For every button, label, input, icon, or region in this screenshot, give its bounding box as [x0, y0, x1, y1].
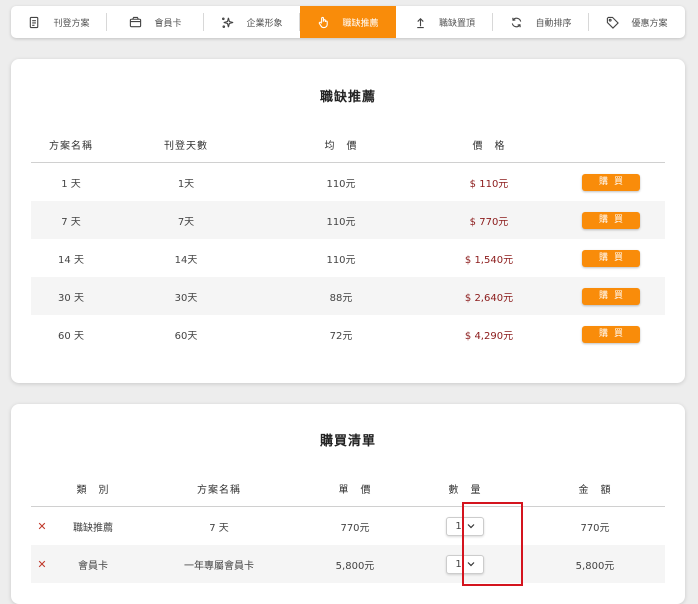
col-avg-price: 均 價: [261, 126, 421, 163]
col-listing-days: 刊登天數: [111, 126, 261, 163]
avg-price: 110元: [261, 201, 421, 239]
item-unit-price: 5,800元: [305, 545, 405, 583]
buy-button[interactable]: 購買: [582, 287, 640, 305]
plan-price: $ 770元: [421, 201, 557, 239]
avg-price: 88元: [261, 277, 421, 315]
shopping-cart-card: 購買清單 類 別 方案名稱 單 價 數 量 金 額 ✕ 職缺推薦 7 天 770…: [11, 404, 685, 604]
quantity-value: 1: [455, 558, 462, 570]
table-header-row: 類 別 方案名稱 單 價 數 量 金 額: [31, 470, 665, 507]
table-row: 60 天 60天 72元 $ 4,290元 購買: [31, 315, 665, 353]
arrow-up-icon: [417, 17, 424, 28]
refresh-icon: [512, 17, 522, 27]
item-plan: 7 天: [209, 522, 229, 534]
tab-discount-plans[interactable]: 優惠方案: [589, 6, 685, 38]
quantity-select[interactable]: 1: [446, 516, 484, 536]
plan-name: 14 天: [58, 254, 84, 266]
buy-button[interactable]: 購買: [582, 249, 640, 267]
listing-days: 14天: [174, 254, 198, 266]
plan-name: 7 天: [31, 201, 111, 239]
table-row: ✕ 職缺推薦 7 天 770元 1 770元: [31, 507, 665, 546]
avg-price: 110元: [326, 178, 356, 190]
tag-icon: [607, 16, 620, 29]
recommend-plans-card: 職缺推薦 方案名稱 刊登天數 均 價 價 格 1 天 1天 110元 $ 110…: [11, 59, 685, 383]
table-row: 1 天 1天 110元 $ 110元 購買: [31, 163, 665, 202]
col-amount: 金 額: [525, 470, 665, 507]
card-icon: [130, 16, 142, 27]
table-row: 14 天 14天 110元 $ 1,540元 購買: [31, 239, 665, 277]
listing-days: 30天: [111, 277, 261, 315]
recommend-card-title: 職缺推薦: [319, 90, 376, 105]
plan-name: 1 天: [61, 178, 81, 190]
cart-card-title: 購買清單: [319, 434, 376, 449]
buy-button[interactable]: 購買: [582, 211, 640, 229]
col-category: 類 別: [53, 470, 133, 507]
item-unit-price: 770元: [340, 522, 370, 534]
col-plan-name: 方案名稱: [31, 126, 111, 163]
remove-item-icon[interactable]: ✕: [31, 507, 53, 546]
table-row: 7 天 7天 110元 $ 770元 購買: [31, 201, 665, 239]
tab-job-pin-top[interactable]: 職缺置頂: [396, 6, 493, 38]
listing-days: 60天: [174, 330, 198, 342]
plan-price: $ 1,540元: [464, 254, 514, 266]
tab-listing-plans[interactable]: 刊登方案: [11, 6, 107, 38]
col-action: [557, 126, 665, 163]
col-price: 價 格: [421, 126, 557, 163]
item-category: 職缺推薦: [73, 522, 113, 534]
avg-price: 72元: [329, 330, 353, 342]
avg-price: 110元: [326, 254, 356, 266]
quantity-value: 1: [455, 520, 462, 532]
item-category: 會員卡: [53, 545, 133, 583]
plan-price: $ 2,640元: [421, 277, 557, 315]
plan-name: 60 天: [58, 330, 84, 342]
table-row: 30 天 30天 88元 $ 2,640元 購買: [31, 277, 665, 315]
tab-job-recommend[interactable]: 職缺推薦: [300, 6, 396, 38]
table-header-row: 方案名稱 刊登天數 均 價 價 格: [31, 126, 665, 163]
plan-price: $ 4,290元: [464, 330, 514, 342]
listing-days: 7天: [111, 201, 261, 239]
document-icon: [30, 16, 39, 28]
buy-button[interactable]: 購買: [582, 173, 640, 191]
tab-company-image[interactable]: 企業形象: [204, 6, 300, 38]
item-amount: 5,800元: [525, 545, 665, 583]
listing-days: 1天: [177, 178, 195, 190]
item-amount: 770元: [580, 522, 610, 534]
quantity-select[interactable]: 1: [446, 554, 484, 574]
table-row: ✕ 會員卡 一年專屬會員卡 5,800元 1 5,800元: [31, 545, 665, 583]
top-nav-tabs: 刊登方案 會員卡 企業形象 職缺推薦 職缺置頂 自動排序 優惠方案: [11, 6, 685, 38]
col-quantity: 數 量: [405, 470, 525, 507]
col-plan-name: 方案名稱: [133, 470, 305, 507]
cart-table: 類 別 方案名稱 單 價 數 量 金 額 ✕ 職缺推薦 7 天 770元 1 7…: [31, 470, 665, 583]
plan-name: 30 天: [31, 277, 111, 315]
plan-price: $ 110元: [469, 178, 509, 190]
recommend-plans-table: 方案名稱 刊登天數 均 價 價 格 1 天 1天 110元 $ 110元 購買 …: [31, 126, 665, 353]
remove-item-icon[interactable]: ✕: [31, 545, 53, 583]
item-plan: 一年專屬會員卡: [133, 545, 305, 583]
hand-pointer-icon: [319, 16, 329, 28]
tab-auto-sort[interactable]: 自動排序: [493, 6, 589, 38]
chevron-down-icon: [467, 524, 475, 529]
col-unit-price: 單 價: [305, 470, 405, 507]
tab-member-card[interactable]: 會員卡: [107, 6, 204, 38]
sparkle-icon: [222, 16, 234, 28]
buy-button[interactable]: 購買: [582, 325, 640, 343]
chevron-down-icon: [467, 562, 475, 567]
